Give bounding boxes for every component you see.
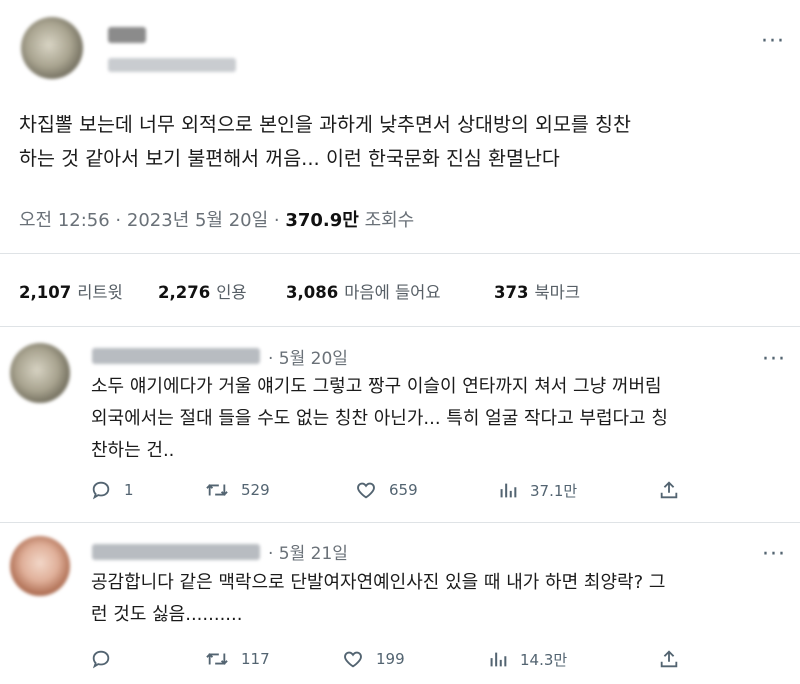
timestamp-text[interactable]: 오전 12:56 · 2023년 5월 20일 · <box>19 210 285 231</box>
reply-icon <box>92 481 110 500</box>
reply1-views-button[interactable]: 37.1만 <box>498 479 577 501</box>
stat-likes-count: 3,086 <box>286 283 339 302</box>
reply2-views-button[interactable]: 14.3만 <box>488 648 567 670</box>
reply2-date[interactable]: · 5월 21일 <box>268 539 348 564</box>
stat-quotes[interactable]: 2,276 인용 <box>158 279 247 303</box>
main-tweet-text-line2: 하는 것 같아서 보기 불편해서 꺼음... 이런 한국문화 진심 환멸난다 <box>19 147 560 170</box>
reply2-retweet-button[interactable]: 117 <box>205 648 270 670</box>
reply2-retweet-count: 117 <box>241 650 270 668</box>
reply1-like-button[interactable]: 659 <box>355 479 418 501</box>
views-icon <box>500 483 517 498</box>
reply1-retweet-count: 529 <box>241 481 270 499</box>
main-avatar[interactable] <box>21 17 83 79</box>
stat-retweets-label: 리트윗 <box>77 283 123 302</box>
reply2-text-line2: 런 것도 싫음.......... <box>91 604 243 625</box>
reply2-reply-button[interactable] <box>90 648 124 670</box>
stat-bookmarks-count: 373 <box>494 283 529 302</box>
stat-retweets[interactable]: 2,107 리트윗 <box>19 279 123 303</box>
reply1-text-line2: 외국에서는 절대 들을 수도 없는 칭찬 아닌가... 특히 얼굴 작다고 부럽… <box>91 408 668 429</box>
reply2-like-button[interactable]: 199 <box>342 648 405 670</box>
reply1-view-count: 37.1만 <box>530 481 578 500</box>
views-label: 조회수 <box>358 210 415 231</box>
reply2-view-count: 14.3만 <box>520 650 568 669</box>
share-icon <box>660 650 678 668</box>
main-display-name-blurred[interactable] <box>108 27 146 43</box>
reply1-date[interactable]: · 5월 20일 <box>268 344 348 369</box>
reply2-text-line1: 공감합니다 같은 맥락으로 단발여자연예인사진 있을 때 내가 하면 최양락? … <box>91 572 666 593</box>
reply2-like-count: 199 <box>376 650 405 668</box>
divider-reply1 <box>0 522 800 523</box>
like-icon <box>357 482 375 499</box>
more-icon[interactable]: ··· <box>761 31 785 53</box>
reply1-text-line1: 소두 얘기에다가 거울 얘기도 그렇고 짱구 이슬이 연타까지 쳐서 그냥 꺼버… <box>91 376 662 397</box>
reply1-avatar[interactable] <box>10 343 70 403</box>
stat-bookmarks-label: 북마크 <box>534 283 580 302</box>
stat-quotes-label: 인용 <box>216 283 247 302</box>
reply1-more-icon[interactable]: ··· <box>762 349 786 371</box>
reply2-share-button[interactable] <box>658 648 680 670</box>
stat-bookmarks[interactable]: 373 북마크 <box>494 279 580 303</box>
main-tweet-text-line1: 차집뽈 보는데 너무 외적으로 본인을 과하게 낮추면서 상대방의 외모를 칭찬 <box>19 113 631 136</box>
main-handle-blurred[interactable] <box>108 58 236 72</box>
reply1-name-blurred[interactable] <box>92 348 260 364</box>
reply1-like-count: 659 <box>389 481 418 499</box>
like-icon <box>344 651 362 668</box>
reply1-share-button[interactable] <box>658 479 680 501</box>
reply1-reply-button[interactable]: 1 <box>90 479 134 501</box>
reply2-avatar[interactable] <box>10 536 70 596</box>
reply-icon <box>92 650 110 669</box>
stat-likes-label: 마음에 들어요 <box>344 283 441 302</box>
reply2-more-icon[interactable]: ··· <box>762 544 786 566</box>
divider-stats <box>0 326 800 327</box>
views-count: 370.9만 <box>285 210 359 231</box>
main-tweet-timestamp[interactable]: 오전 12:56 · 2023년 5월 20일 · 370.9만 조회수 <box>19 206 414 232</box>
retweet-icon <box>206 653 228 665</box>
reply1-text-line3: 찬하는 건.. <box>91 440 175 461</box>
views-icon <box>490 652 507 667</box>
share-icon <box>660 481 678 499</box>
stat-retweets-count: 2,107 <box>19 283 72 302</box>
stat-likes[interactable]: 3,086 마음에 들어요 <box>286 279 441 303</box>
reply2-name-blurred[interactable] <box>92 544 260 560</box>
stat-quotes-count: 2,276 <box>158 283 211 302</box>
reply1-retweet-button[interactable]: 529 <box>205 479 270 501</box>
retweet-icon <box>206 484 228 496</box>
reply1-reply-count: 1 <box>124 481 134 499</box>
divider-top <box>0 253 800 254</box>
